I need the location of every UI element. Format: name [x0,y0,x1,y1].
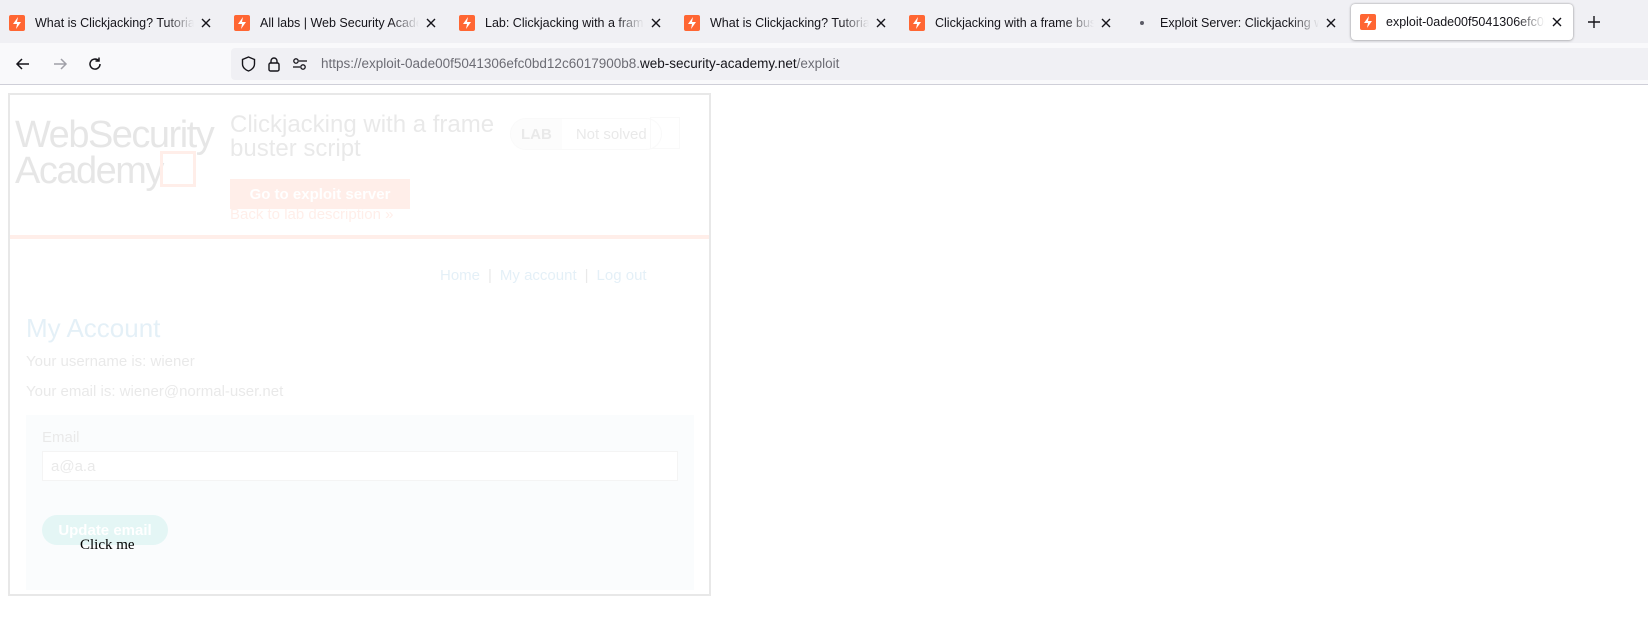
url-text[interactable]: https://exploit-0ade00f5041306efc0bd12c6… [321,56,839,71]
close-icon[interactable] [648,15,664,31]
decoy-click-me[interactable]: Click me [80,537,135,554]
shield-icon[interactable] [240,56,256,72]
dot-icon [1134,15,1150,31]
tab-4[interactable]: Clickjacking with a frame buster script [900,6,1122,40]
arrow-left-icon [15,58,29,70]
tab-title: Exploit Server: Clickjacking with a fram… [1160,16,1319,30]
close-icon[interactable] [1098,15,1114,31]
nav-separator: | [488,267,492,284]
back-button[interactable] [11,52,35,76]
change-email-form: Email a@a.a Update email [26,415,694,590]
portswigger-icon [9,15,25,31]
navigation-toolbar: https://exploit-0ade00f5041306efc0bd12c6… [0,43,1648,85]
tab-3[interactable]: What is Clickjacking? Tutorial & Example… [675,6,897,40]
tab-title: Clickjacking with a frame buster script [935,16,1094,30]
tab-6-active[interactable]: exploit-0ade00f5041306efc0bd12c6017900b8 [1351,4,1573,40]
flask-icon [650,117,680,149]
victim-page: WebSecurity Academy Clickjacking with a … [10,95,709,594]
close-icon[interactable] [1549,14,1565,30]
tab-strip: What is Clickjacking? Tutorial & Example… [0,0,1648,43]
url-path: /exploit [796,56,840,71]
close-icon[interactable] [198,15,214,31]
home-link[interactable]: Home [440,267,480,284]
new-tab-button[interactable] [1583,11,1605,33]
tab-title: Lab: Clickjacking with a frame buster sc… [485,16,644,30]
arrow-right-icon [54,58,68,70]
close-icon[interactable] [873,15,889,31]
tab-title: What is Clickjacking? Tutorial & Example… [35,16,194,30]
tab-1[interactable]: All labs | Web Security Academy [225,6,447,40]
portswigger-icon [234,15,250,31]
back-to-lab-description-link[interactable]: Back to lab description » [230,206,393,223]
close-icon[interactable] [423,15,439,31]
tab-title: All labs | Web Security Academy [260,16,419,30]
close-icon[interactable] [1323,15,1339,31]
reload-icon [89,57,101,70]
url-prefix: https://exploit-0ade00f5041306efc0bd12c6… [321,56,641,71]
bolt-icon [160,151,196,187]
lab-badge-label: LAB [511,119,562,149]
log-out-link[interactable]: Log out [597,267,647,284]
address-bar[interactable]: https://exploit-0ade00f5041306efc0bd12c6… [231,48,1648,80]
account-nav: Home | My account | Log out [440,267,647,284]
lab-badge-state: Not solved [575,125,647,143]
portswigger-icon [1360,14,1376,30]
victim-iframe: WebSecurity Academy Clickjacking with a … [8,93,711,596]
tab-0[interactable]: What is Clickjacking? Tutorial & Example… [0,6,222,40]
tab-title: What is Clickjacking? Tutorial & Example… [710,16,869,30]
my-account-link[interactable]: My account [500,267,577,284]
url-domain: web-security-academy.net [640,56,797,71]
email-text: Your email is: wiener@normal-user.net [26,383,284,400]
tab-2[interactable]: Lab: Clickjacking with a frame buster sc… [450,6,672,40]
forward-button[interactable] [48,52,72,76]
tab-title: exploit-0ade00f5041306efc0bd12c6017900b8 [1386,15,1545,29]
nav-separator: | [584,267,589,284]
portswigger-icon [684,15,700,31]
plus-icon [1588,16,1600,28]
portswigger-icon [909,15,925,31]
lock-icon[interactable] [266,56,282,72]
go-to-exploit-server-button[interactable]: Go to exploit server [230,179,410,209]
lab-status-badge: LAB Not solved [510,118,662,150]
page-title: My Account [26,313,161,343]
reload-button[interactable] [83,52,107,76]
username-text: Your username is: wiener [26,353,195,370]
logo-line-1: WebSecurity [15,114,215,156]
tab-5[interactable]: Exploit Server: Clickjacking with a fram… [1125,6,1347,40]
portswigger-icon [459,15,475,31]
email-field[interactable]: a@a.a [42,451,678,481]
lab-header: WebSecurity Academy Clickjacking with a … [10,95,709,239]
email-label: Email [42,429,80,446]
lab-title: Clickjacking with a frame buster script [230,111,495,162]
permissions-icon[interactable] [292,56,308,72]
